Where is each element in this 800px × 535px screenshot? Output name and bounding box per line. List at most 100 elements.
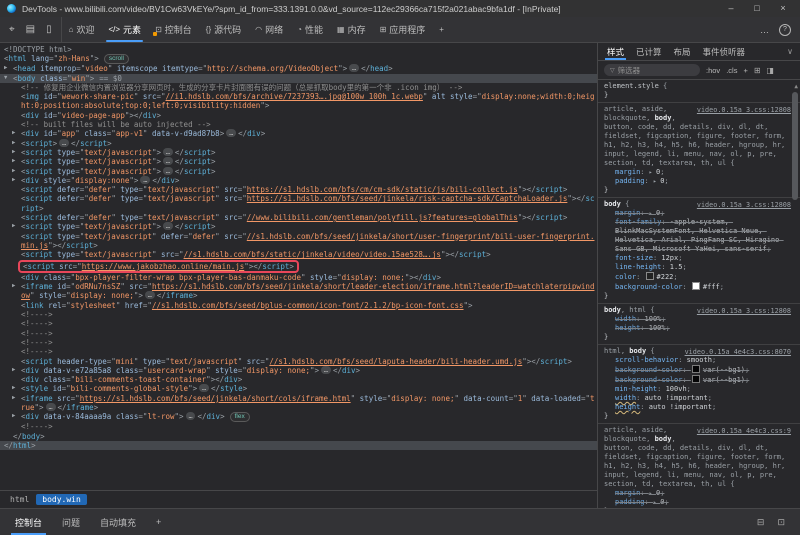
ellipsis-expander[interactable]: …: [163, 222, 173, 230]
ellipsis-expander[interactable]: …: [199, 384, 209, 392]
dom-tree-node[interactable]: <img id="wework-share-pic" src="//i1.hds…: [0, 92, 597, 111]
styles-tab[interactable]: 布局: [668, 43, 697, 60]
dom-tree-node[interactable]: <!---->: [0, 422, 597, 431]
property-value[interactable]: 100%: [645, 315, 662, 323]
attr-link[interactable]: https://s1.hdslb.com/bfs/cm/cm-sdk/stati…: [247, 185, 518, 194]
css-declaration[interactable]: scroll-behavior: smooth;: [604, 356, 786, 365]
drawer-tab[interactable]: 问题: [52, 509, 90, 535]
dom-tree-node[interactable]: <script type="text/javascript" defer="de…: [0, 232, 597, 251]
css-declaration[interactable]: min-height: 100vh;: [604, 385, 786, 394]
stylesheet-source-link[interactable]: video.0.15a_4e4c3.css:9: [697, 427, 791, 436]
property-value[interactable]: #fff: [703, 283, 720, 291]
add-drawer-tab-button[interactable]: +: [146, 509, 171, 535]
computed-panel-icon[interactable]: ◨: [767, 66, 775, 75]
tab-sources[interactable]: {}源代码: [199, 17, 248, 42]
tab-console[interactable]: ⊡控制台: [148, 17, 199, 42]
expand-arrow[interactable]: ▶: [12, 148, 15, 157]
dom-tree-node[interactable]: <html lang="zh-Hans">scroll: [0, 54, 597, 64]
close-icon[interactable]: ×: [770, 0, 796, 17]
dom-tree-node[interactable]: ▼<body class="win">== $0: [0, 74, 597, 83]
property-name[interactable]: height: [615, 403, 640, 411]
shorthand-expand-icon[interactable]: ▸: [649, 169, 656, 176]
css-declaration[interactable]: margin: ▸ 0;: [604, 168, 786, 177]
breadcrumb-item[interactable]: body.win: [36, 494, 87, 505]
ellipsis-expander[interactable]: …: [163, 167, 173, 175]
ellipsis-expander[interactable]: …: [46, 403, 56, 411]
property-value[interactable]: #222: [657, 273, 674, 281]
ellipsis-expander[interactable]: …: [349, 64, 359, 72]
property-value[interactable]: 100vh: [666, 385, 687, 393]
property-name[interactable]: background-color: [615, 376, 682, 384]
dom-tree-node[interactable]: ▶<div style="display:none">…</div>: [0, 176, 597, 185]
expand-arrow[interactable]: ▼: [4, 74, 7, 83]
dom-tree-node[interactable]: ▶<iframe id="odRNu7nsSZ" src="https://s1…: [0, 282, 597, 301]
ellipsis-expander[interactable]: …: [59, 139, 69, 147]
property-value[interactable]: smooth: [687, 356, 712, 364]
tab-network[interactable]: ◠网络: [248, 17, 290, 42]
dom-tree-node[interactable]: ▶<iframe src="https://s1.hdslb.com/bfs/s…: [0, 394, 597, 413]
css-declaration[interactable]: padding: ▸ 0;: [604, 177, 786, 186]
ellipsis-expander[interactable]: …: [163, 148, 173, 156]
dock-panel-icon[interactable]: ▯: [46, 24, 52, 35]
dom-tree-node[interactable]: ▶<script>…</script>: [0, 139, 597, 148]
drawer-tab[interactable]: 自动填充: [90, 509, 146, 535]
dom-tree-node[interactable]: ▶<style id="bili-comments-global-style">…: [0, 384, 597, 393]
dom-tree-node[interactable]: <!DOCTYPE html>: [0, 45, 597, 54]
dom-tree[interactable]: <!DOCTYPE html><html lang="zh-Hans">scro…: [0, 43, 597, 490]
attr-link[interactable]: //s1.hdslb.com/bfs/seed/bplus-common/ico…: [152, 301, 464, 310]
stylesheet-source-link[interactable]: video.0.15a_4e4c3.css:8070: [685, 348, 791, 357]
shorthand-expand-icon[interactable]: ▸: [649, 490, 656, 497]
property-name[interactable]: width: [615, 394, 636, 402]
ellipsis-expander[interactable]: …: [163, 157, 173, 165]
filter-toggle[interactable]: +: [743, 66, 747, 75]
dom-tree-node[interactable]: ▶<script type="text/javascript">…</scrip…: [0, 148, 597, 157]
property-name[interactable]: margin: [615, 489, 640, 497]
dom-tree-node[interactable]: ▶<div id="app" class="app-v1" data-v-d9a…: [0, 129, 597, 138]
add-tab-button[interactable]: +: [432, 17, 451, 42]
dom-tree-node[interactable]: <script type="text/javascript" src="//s1…: [0, 250, 597, 259]
property-name[interactable]: margin: [615, 168, 640, 176]
property-name[interactable]: background-color: [615, 283, 682, 291]
dom-tree-node[interactable]: ▶<script type="text/javascript">…</scrip…: [0, 167, 597, 176]
dom-tree-node[interactable]: </body>: [0, 432, 597, 441]
property-name[interactable]: font-size: [615, 254, 653, 262]
filter-toggle[interactable]: :hov: [706, 66, 720, 75]
ellipsis-expander[interactable]: …: [226, 129, 236, 137]
dom-tree-node[interactable]: <script src="https://www.jakobzhao.onlin…: [0, 260, 597, 273]
dom-tree-node[interactable]: <link rel="stylesheet" href="//s1.hdslb.…: [0, 301, 597, 310]
property-name[interactable]: line-height: [615, 263, 661, 271]
expand-arrow[interactable]: ▶: [12, 384, 15, 393]
color-swatch[interactable]: [692, 365, 700, 373]
property-name[interactable]: padding: [615, 498, 645, 506]
property-value[interactable]: 100%: [649, 324, 666, 332]
more-options-icon[interactable]: …: [760, 25, 769, 35]
filter-toggle[interactable]: .cls: [726, 66, 737, 75]
attr-link[interactable]: https://s1.hdslb.com/bfs/seed/jinkela/sh…: [80, 394, 351, 403]
dom-tree-node[interactable]: <div id="video-page-app"></div>: [0, 111, 597, 120]
chevron-down-icon[interactable]: ∨: [780, 47, 800, 56]
css-declaration[interactable]: width: auto !important;: [604, 394, 786, 403]
styles-filter-input[interactable]: ▽ 筛选器: [604, 64, 700, 76]
property-name[interactable]: width: [615, 315, 636, 323]
expand-arrow[interactable]: ▶: [12, 139, 15, 148]
tab-application[interactable]: ⊞应用程序: [373, 17, 433, 42]
expand-arrow[interactable]: ▶: [4, 64, 7, 73]
property-name[interactable]: scroll-behavior: [615, 356, 678, 364]
css-declaration[interactable]: font-size: 12px;: [604, 254, 786, 263]
dom-tree-node[interactable]: ▶<head itemprop="video" itemscope itemty…: [0, 64, 597, 73]
css-declaration[interactable]: margin: ▸ 0;: [604, 489, 786, 498]
property-value[interactable]: 1.5: [670, 263, 683, 271]
expand-arrow[interactable]: ▶: [12, 167, 15, 176]
expand-arrow[interactable]: ▶: [12, 394, 15, 403]
property-value[interactable]: auto !important: [649, 403, 712, 411]
expand-arrow[interactable]: ▶: [12, 412, 15, 421]
scrollbar-thumb[interactable]: [792, 92, 798, 200]
attr-link[interactable]: https://www.jakobzhao.online/main.js: [82, 262, 245, 271]
dom-tree-node[interactable]: <!---->: [0, 338, 597, 347]
expand-arrow[interactable]: ▶: [12, 222, 15, 231]
ellipsis-expander[interactable]: …: [186, 412, 196, 420]
dom-tree-node[interactable]: <div class="bili-comments-toast-containe…: [0, 375, 597, 384]
property-name[interactable]: padding: [615, 177, 645, 185]
expand-arrow[interactable]: ▶: [12, 176, 15, 185]
attr-link[interactable]: https://s1.hdslb.com/bfs/seed/jinkela/ri…: [247, 194, 568, 203]
